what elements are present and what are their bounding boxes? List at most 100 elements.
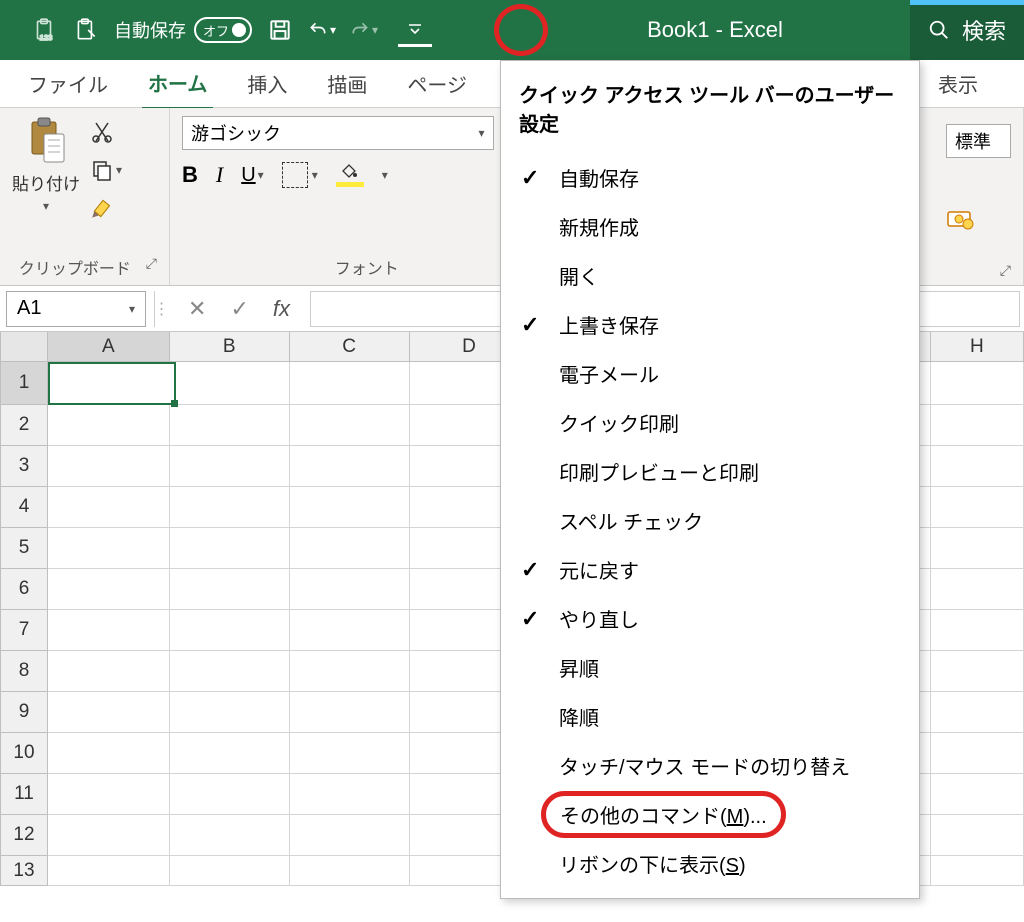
qat-clipboard-icon[interactable]: 123: [30, 16, 58, 44]
cell[interactable]: [48, 528, 170, 569]
cell[interactable]: [48, 815, 170, 856]
dialog-launcher-icon[interactable]: ⤢: [1000, 262, 1011, 279]
save-icon[interactable]: [266, 16, 294, 44]
cell[interactable]: [931, 856, 1024, 886]
row-header[interactable]: 9: [0, 692, 48, 733]
menu-item[interactable]: 開く: [501, 251, 919, 300]
cell[interactable]: [48, 487, 170, 528]
cell[interactable]: [290, 405, 410, 446]
name-box[interactable]: A1 ▾: [6, 291, 146, 327]
cell[interactable]: [290, 446, 410, 487]
cell[interactable]: [48, 569, 170, 610]
cell[interactable]: [290, 692, 410, 733]
border-button[interactable]: ▾: [282, 162, 318, 188]
cell[interactable]: [170, 610, 290, 651]
italic-button[interactable]: I: [216, 162, 223, 188]
number-format-combo[interactable]: 標準: [946, 124, 1011, 158]
cell[interactable]: [170, 692, 290, 733]
menu-item[interactable]: 新規作成: [501, 202, 919, 251]
cell[interactable]: [931, 528, 1024, 569]
cell[interactable]: [290, 651, 410, 692]
fx-icon[interactable]: fx: [273, 296, 290, 322]
cell[interactable]: [170, 856, 290, 886]
cell[interactable]: [290, 528, 410, 569]
cell[interactable]: [290, 856, 410, 886]
cell[interactable]: [931, 362, 1024, 405]
row-header[interactable]: 5: [0, 528, 48, 569]
row-header[interactable]: 6: [0, 569, 48, 610]
cell[interactable]: [48, 610, 170, 651]
paste-button[interactable]: 貼り付け ▾: [12, 116, 80, 222]
cell[interactable]: [48, 405, 170, 446]
tab-insert[interactable]: 挿入: [241, 59, 293, 108]
cell[interactable]: [48, 692, 170, 733]
column-header[interactable]: C: [290, 332, 410, 362]
menu-item[interactable]: ✓自動保存: [501, 153, 919, 202]
font-name-combo[interactable]: 游ゴシック▾: [182, 116, 494, 150]
menu-item[interactable]: ✓やり直し: [501, 594, 919, 643]
bold-button[interactable]: B: [182, 162, 198, 188]
redo-icon[interactable]: ▾: [350, 16, 378, 44]
menu-item[interactable]: 電子メール: [501, 349, 919, 398]
qat-customize-dropdown[interactable]: [398, 13, 432, 47]
chevron-down-icon[interactable]: ▾: [382, 168, 388, 182]
autosave-switch[interactable]: オフ: [194, 17, 252, 43]
cell[interactable]: [290, 569, 410, 610]
name-box-expand[interactable]: ⋮: [154, 291, 168, 327]
cell[interactable]: [170, 405, 290, 446]
cell[interactable]: [931, 610, 1024, 651]
cell[interactable]: [170, 815, 290, 856]
enter-icon[interactable]: ✓: [230, 296, 248, 322]
menu-item[interactable]: ✓元に戻す: [501, 545, 919, 594]
qat-paste-icon[interactable]: [72, 16, 100, 44]
cut-icon[interactable]: [90, 120, 114, 144]
cell[interactable]: [170, 362, 290, 405]
cell[interactable]: [170, 774, 290, 815]
row-header[interactable]: 8: [0, 651, 48, 692]
row-header[interactable]: 4: [0, 487, 48, 528]
copy-button[interactable]: ▾: [90, 158, 122, 182]
tab-page-layout[interactable]: ページ: [401, 59, 473, 108]
menu-item-show-below-ribbon[interactable]: リボンの下に表示(S): [501, 839, 919, 888]
underline-button[interactable]: U▾: [241, 164, 263, 187]
row-header[interactable]: 7: [0, 610, 48, 651]
cell[interactable]: [290, 815, 410, 856]
menu-item[interactable]: タッチ/マウス モードの切り替え: [501, 741, 919, 790]
cell[interactable]: [931, 651, 1024, 692]
cell[interactable]: [931, 692, 1024, 733]
cell[interactable]: [290, 733, 410, 774]
menu-item[interactable]: ✓上書き保存: [501, 300, 919, 349]
cell[interactable]: [48, 651, 170, 692]
row-header[interactable]: 1: [0, 362, 48, 405]
row-header[interactable]: 12: [0, 815, 48, 856]
tab-draw[interactable]: 描画: [321, 59, 373, 108]
cell[interactable]: [931, 569, 1024, 610]
cell[interactable]: [170, 569, 290, 610]
row-header[interactable]: 11: [0, 774, 48, 815]
cancel-icon[interactable]: ✕: [188, 296, 206, 322]
menu-item[interactable]: 降順: [501, 692, 919, 741]
row-header[interactable]: 3: [0, 446, 48, 487]
cell[interactable]: [931, 733, 1024, 774]
tab-home[interactable]: ホーム: [142, 58, 213, 110]
menu-item[interactable]: 印刷プレビューと印刷: [501, 447, 919, 496]
row-header[interactable]: 2: [0, 405, 48, 446]
dialog-launcher-icon[interactable]: ⤢: [146, 255, 157, 272]
cell[interactable]: [290, 774, 410, 815]
active-cell[interactable]: [48, 362, 176, 405]
tab-file[interactable]: ファイル: [22, 59, 114, 108]
format-painter-icon[interactable]: [90, 196, 116, 222]
cell[interactable]: [48, 733, 170, 774]
cell[interactable]: [931, 405, 1024, 446]
column-header[interactable]: A: [48, 332, 170, 362]
row-header[interactable]: 13: [0, 856, 48, 886]
menu-item[interactable]: クイック印刷: [501, 398, 919, 447]
tab-view[interactable]: 表示: [932, 59, 984, 108]
autosave-toggle[interactable]: 自動保存 オフ: [114, 17, 252, 43]
cell[interactable]: [48, 856, 170, 886]
currency-button[interactable]: [946, 206, 1011, 232]
cell[interactable]: [290, 362, 410, 405]
fill-color-button[interactable]: [336, 163, 364, 187]
cell[interactable]: [170, 651, 290, 692]
cell[interactable]: [931, 815, 1024, 856]
